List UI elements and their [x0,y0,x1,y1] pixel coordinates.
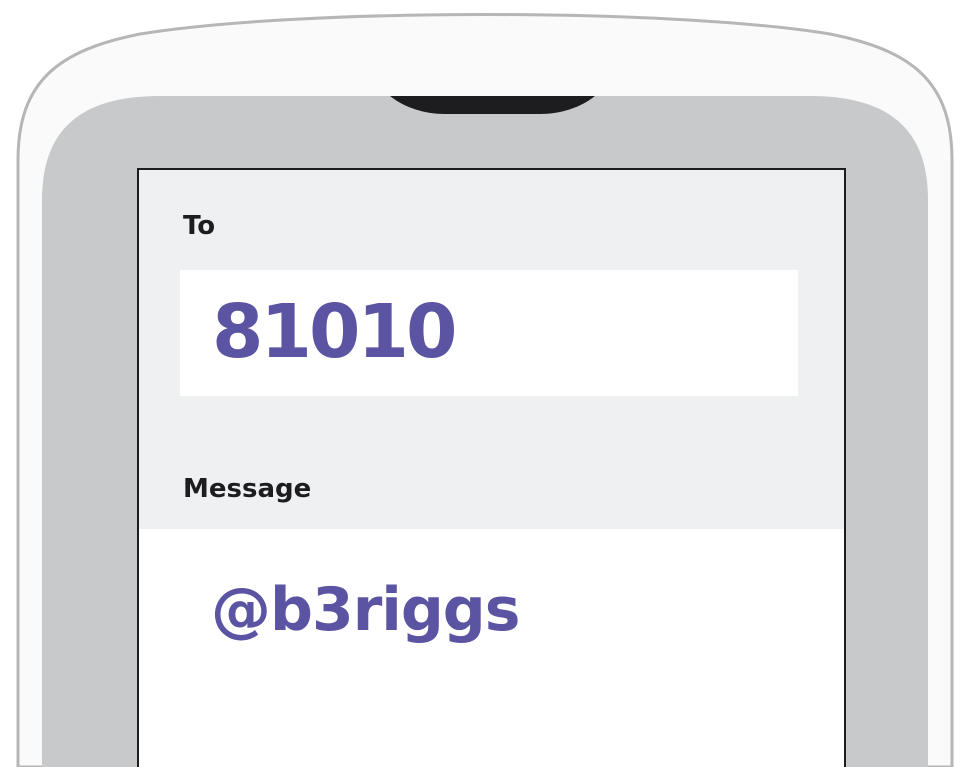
message-label: Message [183,474,312,504]
to-field[interactable]: 81010 [180,270,798,396]
to-field-value: 81010 [212,289,457,375]
phone-mockup: To 81010 Message @b3riggs [0,0,970,767]
phone-screen: To 81010 Message @b3riggs [139,170,844,767]
message-field[interactable]: @b3riggs [139,529,844,767]
to-label: To [183,211,216,241]
message-field-value: @b3riggs [211,575,520,645]
